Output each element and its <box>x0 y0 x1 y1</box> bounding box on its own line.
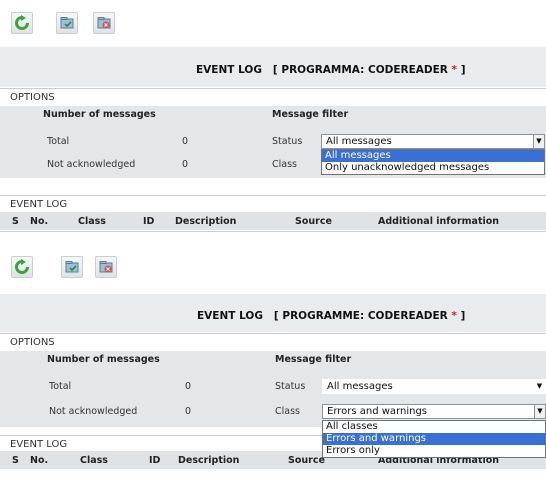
delete-button[interactable] <box>93 12 115 34</box>
status-option-all-messages[interactable]: All messages <box>322 150 544 162</box>
column-id[interactable]: ID <box>149 455 160 466</box>
acknowledge-icon <box>65 261 79 273</box>
column-source[interactable]: Source <box>288 455 325 466</box>
status-select[interactable]: All messages ▼ <box>321 134 545 149</box>
delete-icon <box>97 17 111 29</box>
unsaved-star: * <box>451 310 457 322</box>
refresh-icon <box>15 15 29 30</box>
status-select-value: All messages <box>326 136 392 147</box>
event-log-label: EVENT LOG <box>0 195 546 211</box>
toolbar <box>0 0 546 46</box>
class-select-value: Errors and warnings <box>327 406 428 417</box>
class-select[interactable]: Errors and warnings ▼ <box>322 404 546 419</box>
column-no[interactable]: No. <box>30 455 48 466</box>
column-id[interactable]: ID <box>143 216 154 227</box>
column-source[interactable]: Source <box>295 216 332 227</box>
message-filter-header: Message filter <box>275 354 352 365</box>
divider <box>0 231 546 232</box>
delete-button[interactable] <box>95 256 117 278</box>
title-close: ] <box>460 310 466 322</box>
event-log-table-header: S No. Class ID Description Source Additi… <box>0 212 546 230</box>
refresh-button[interactable] <box>11 12 33 34</box>
status-label: Status <box>272 136 303 147</box>
delete-icon <box>99 261 113 273</box>
status-select-value: All messages <box>327 381 393 392</box>
class-option-errors-and-warnings[interactable]: Errors and warnings <box>323 433 545 445</box>
class-dropdown: All classes Errors and warnings Errors o… <box>322 420 546 458</box>
toolbar <box>0 245 546 291</box>
title-bar: EVENT LOG [ PROGRAMMA: CODEREADER * ] <box>0 47 546 87</box>
column-no[interactable]: No. <box>30 216 48 227</box>
title-prefix: EVENT LOG <box>197 310 263 322</box>
chevron-down-icon[interactable]: ▼ <box>534 380 545 393</box>
options-label: OPTIONS <box>0 333 546 351</box>
class-label: Class <box>275 406 300 417</box>
number-of-messages-header: Number of messages <box>43 109 156 120</box>
class-label: Class <box>272 159 297 170</box>
total-label: Total <box>47 136 70 147</box>
status-dropdown: All messages Only unacknowledged message… <box>321 149 545 175</box>
class-option-errors-only[interactable]: Errors only <box>323 445 545 457</box>
refresh-button[interactable] <box>11 256 33 278</box>
not-acknowledged-count: 0 <box>182 159 189 170</box>
acknowledge-icon <box>60 17 74 29</box>
status-label: Status <box>275 381 306 392</box>
title-close: ] <box>460 64 466 76</box>
column-description[interactable]: Description <box>178 455 239 466</box>
not-acknowledged-count: 0 <box>185 406 192 417</box>
column-description[interactable]: Description <box>175 216 236 227</box>
acknowledge-button[interactable] <box>61 256 83 278</box>
acknowledge-button[interactable] <box>56 12 78 34</box>
title-program: [ PROGRAMME: CODEREADER <box>273 310 448 322</box>
total-count: 0 <box>185 381 192 392</box>
refresh-icon <box>15 259 29 274</box>
options-body: Number of messages Message filter Total … <box>0 351 546 427</box>
title-prefix: EVENT LOG <box>196 64 262 76</box>
column-additional-information[interactable]: Additional information <box>378 216 499 227</box>
title-program: [ PROGRAMMA: CODEREADER <box>272 64 448 76</box>
chevron-down-icon[interactable]: ▼ <box>534 405 545 418</box>
total-label: Total <box>49 381 72 392</box>
title-bar: EVENT LOG [ PROGRAMME: CODEREADER * ] <box>0 294 546 332</box>
number-of-messages-header: Number of messages <box>47 354 160 365</box>
not-acknowledged-label: Not acknowledged <box>49 406 138 417</box>
column-s[interactable]: S <box>12 216 19 227</box>
total-count: 0 <box>182 136 189 147</box>
status-select[interactable]: All messages ▼ <box>322 379 546 394</box>
column-s[interactable]: S <box>12 455 19 466</box>
page-title: EVENT LOG [ PROGRAMMA: CODEREADER * ] <box>196 64 466 76</box>
class-option-all-classes[interactable]: All classes <box>323 421 545 433</box>
column-class[interactable]: Class <box>78 216 106 227</box>
status-option-unacknowledged[interactable]: Only unacknowledged messages <box>322 162 544 174</box>
options-body: Number of messages Message filter Total … <box>0 106 546 178</box>
event-log-panel-2: EVENT LOG [ PROGRAMME: CODEREADER * ] OP… <box>0 245 546 480</box>
message-filter-header: Message filter <box>272 109 349 120</box>
column-class[interactable]: Class <box>80 455 108 466</box>
page-title: EVENT LOG [ PROGRAMME: CODEREADER * ] <box>197 310 465 322</box>
options-label: OPTIONS <box>0 88 546 106</box>
chevron-down-icon[interactable]: ▼ <box>533 135 544 148</box>
not-acknowledged-label: Not acknowledged <box>47 159 136 170</box>
unsaved-star: * <box>451 64 458 76</box>
event-log-panel-1: EVENT LOG [ PROGRAMMA: CODEREADER * ] OP… <box>0 0 546 240</box>
